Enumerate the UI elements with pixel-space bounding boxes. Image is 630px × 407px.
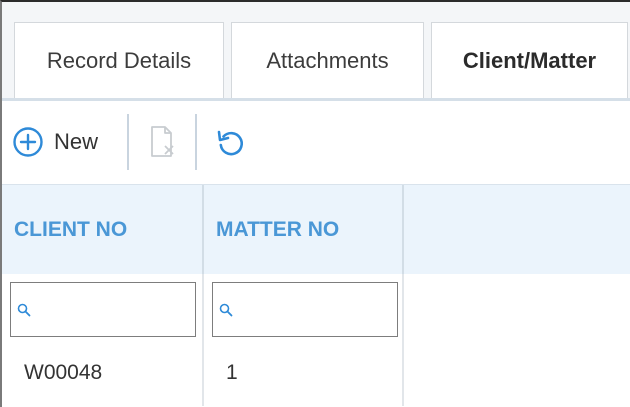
tab-client-matter[interactable]: Client/Matter: [431, 22, 628, 98]
new-button[interactable]: New: [12, 126, 98, 158]
search-icon: [219, 303, 233, 316]
delete-button[interactable]: [149, 125, 179, 159]
tab-record-details[interactable]: Record Details: [14, 22, 224, 98]
column-header-client-no[interactable]: CLIENT NO: [2, 185, 204, 274]
client-no-cell: W00048: [2, 340, 204, 406]
tab-attachments[interactable]: Attachments: [231, 22, 424, 98]
filter-cell: [204, 274, 404, 340]
search-icon: [17, 303, 31, 316]
matter-no-filter-input[interactable]: [212, 282, 398, 337]
client-no-filter-input[interactable]: [10, 282, 196, 337]
tab-label: Attachments: [266, 47, 389, 73]
refresh-icon: [217, 130, 243, 156]
toolbar: New: [2, 101, 630, 184]
tab-label: Client/Matter: [462, 47, 597, 73]
table-row[interactable]: W00048 1: [2, 340, 630, 406]
column-header-label: MATTER NO: [216, 217, 340, 241]
column-header-label: CLIENT NO: [14, 217, 128, 241]
column-header-matter-no[interactable]: MATTER NO: [204, 185, 404, 274]
matter-no-cell: 1: [204, 340, 404, 406]
filter-row: [2, 274, 630, 340]
new-button-label: New: [54, 129, 99, 154]
delete-document-icon: [151, 126, 174, 157]
toolbar-divider: [195, 114, 197, 170]
filter-cell: [2, 274, 204, 340]
plus-circle-icon: [13, 127, 43, 157]
tab-label: Record Details: [46, 47, 192, 73]
refresh-button[interactable]: [216, 128, 246, 158]
toolbar-divider: [127, 114, 129, 170]
tab-bar: Record Details Attachments Client/Matter: [2, 2, 630, 101]
grid-header: CLIENT NO MATTER NO: [2, 184, 630, 275]
client-matter-panel: Record Details Attachments Client/Matter…: [0, 0, 630, 407]
